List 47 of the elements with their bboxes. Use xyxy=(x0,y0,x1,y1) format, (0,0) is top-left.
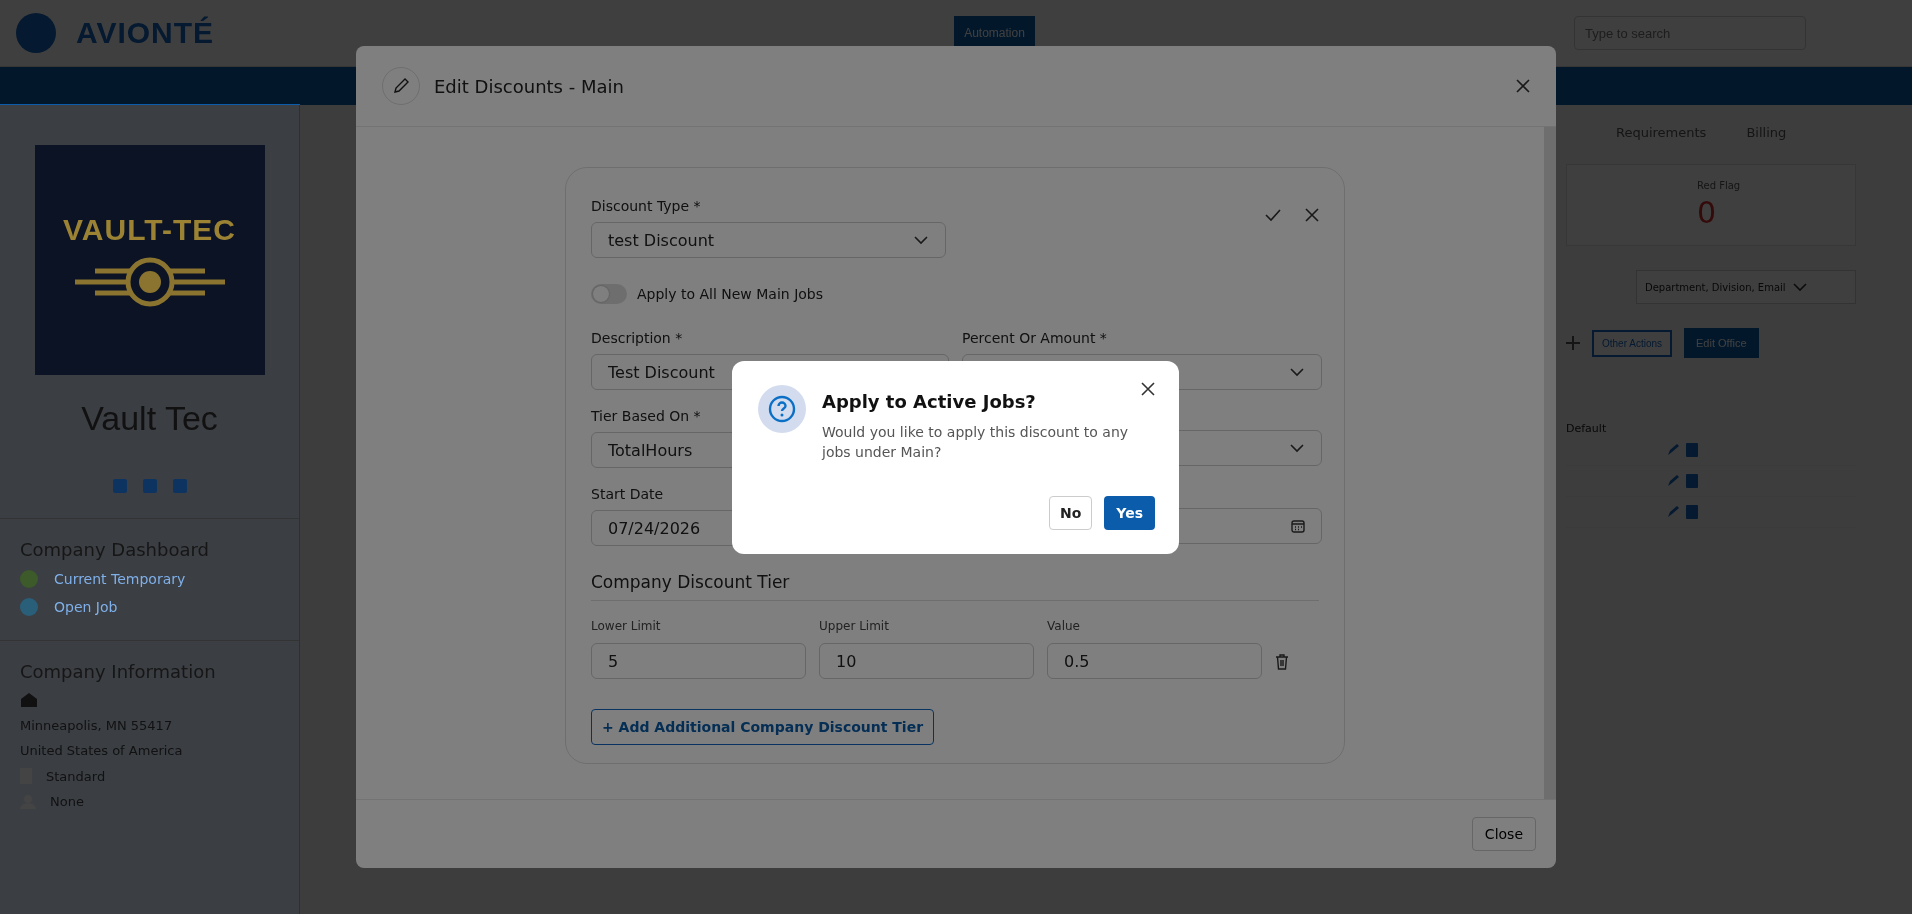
logo-icon xyxy=(16,13,56,53)
column-label: Lower Limit xyxy=(591,619,662,633)
add-tier-button[interactable]: + Add Additional Company Discount Tier xyxy=(591,709,935,745)
delete-icon[interactable] xyxy=(1686,474,1698,488)
trash-icon[interactable] xyxy=(1275,652,1289,670)
chevron-down-icon xyxy=(913,235,929,245)
logo-emblem-icon xyxy=(74,257,225,307)
column-label: Upper Limit xyxy=(819,619,890,633)
chevron-down-icon xyxy=(1289,443,1305,453)
input-field[interactable]: 5 xyxy=(591,643,806,679)
social-icon[interactable] xyxy=(111,478,128,494)
plus-icon[interactable] xyxy=(1566,336,1580,350)
chevron-down-icon xyxy=(1289,367,1305,377)
delete-icon[interactable] xyxy=(1686,443,1698,457)
field-label: Percent Or Amount * xyxy=(962,330,1107,346)
toggle-label: Apply to All New Main Jobs xyxy=(637,286,824,302)
field-label: Tier Based On * xyxy=(591,408,701,424)
logo-text: VAULT-TEC xyxy=(63,213,236,247)
calendar-icon[interactable] xyxy=(1291,519,1305,533)
edit-icon[interactable] xyxy=(1666,474,1680,488)
input-field[interactable]: 0.5 xyxy=(1047,643,1262,679)
column-label: Value xyxy=(1047,619,1081,633)
no-button[interactable]: No xyxy=(1048,496,1093,530)
select-field[interactable]: test Discount xyxy=(591,222,946,258)
section-title: Company Discount Tier xyxy=(591,572,1319,601)
caret-icon xyxy=(1791,282,1808,292)
field-label: Description * xyxy=(591,330,683,346)
close-icon[interactable] xyxy=(1141,382,1155,396)
edit-icon[interactable] xyxy=(1666,443,1680,457)
modal-title: Edit Discounts - Main xyxy=(434,75,625,97)
dialog-title: Apply to Active Jobs? xyxy=(822,391,1037,412)
dialog-message: Would you like to apply this discount to any jobs under Main? xyxy=(822,423,1130,462)
yes-button[interactable]: Yes xyxy=(1104,496,1155,530)
field-label: Discount Type * xyxy=(591,198,701,214)
question-icon xyxy=(758,385,806,433)
checkmark-icon[interactable] xyxy=(1265,208,1281,222)
toggle-switch[interactable] xyxy=(591,284,627,304)
building-icon xyxy=(20,692,38,708)
input-field[interactable]: 10 xyxy=(819,643,1034,679)
social-icon[interactable] xyxy=(171,478,188,494)
dashboard-link[interactable]: Open Job xyxy=(54,599,118,615)
edit-icon[interactable] xyxy=(1666,505,1680,519)
social-icon[interactable] xyxy=(141,478,158,494)
delete-icon[interactable] xyxy=(1686,505,1698,519)
field-label: Start Date xyxy=(591,486,664,502)
close-button[interactable]: Close xyxy=(1471,817,1536,851)
dashboard-link[interactable]: Current Temporary xyxy=(54,571,186,587)
